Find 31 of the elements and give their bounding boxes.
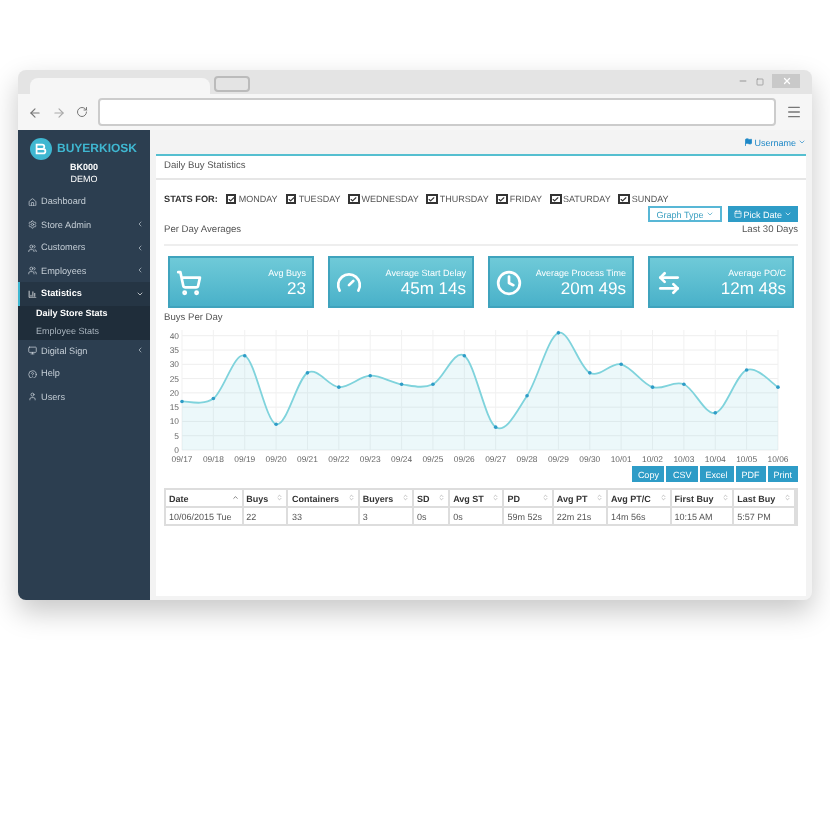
day-checkbox[interactable] <box>285 193 297 205</box>
bar-chart-icon <box>28 289 37 298</box>
day-checkbox[interactable] <box>426 193 438 205</box>
stat-value: 12m 48s <box>720 277 786 297</box>
stat-value: 23 <box>287 277 306 297</box>
calendar-icon <box>733 210 742 218</box>
flag-icon <box>743 137 753 147</box>
transfer-arrows-icon <box>656 269 682 295</box>
day-checkbox[interactable] <box>550 193 561 205</box>
monitor-icon <box>28 346 37 355</box>
close-icon <box>781 76 791 86</box>
people-icon <box>28 266 37 275</box>
gear-icon <box>28 220 37 229</box>
day-checkbox[interactable] <box>618 193 630 205</box>
day-checkbox[interactable] <box>348 193 360 205</box>
stat-value: 45m 14s <box>400 277 466 297</box>
forward-icon[interactable] <box>52 105 66 119</box>
stat-value: 20m 49s <box>560 277 626 297</box>
day-checkbox[interactable] <box>496 193 508 205</box>
back-icon[interactable] <box>28 105 42 119</box>
home-icon <box>28 197 37 206</box>
gauge-icon <box>336 269 362 295</box>
clock-icon <box>496 269 522 295</box>
logo-badge-icon <box>30 138 53 160</box>
menu-icon[interactable] <box>786 104 802 120</box>
people-icon <box>28 243 37 252</box>
reload-icon[interactable] <box>76 106 88 118</box>
user-icon <box>28 392 37 401</box>
day-checkbox[interactable] <box>225 193 237 205</box>
help-icon <box>28 369 37 378</box>
cart-icon <box>176 269 202 295</box>
